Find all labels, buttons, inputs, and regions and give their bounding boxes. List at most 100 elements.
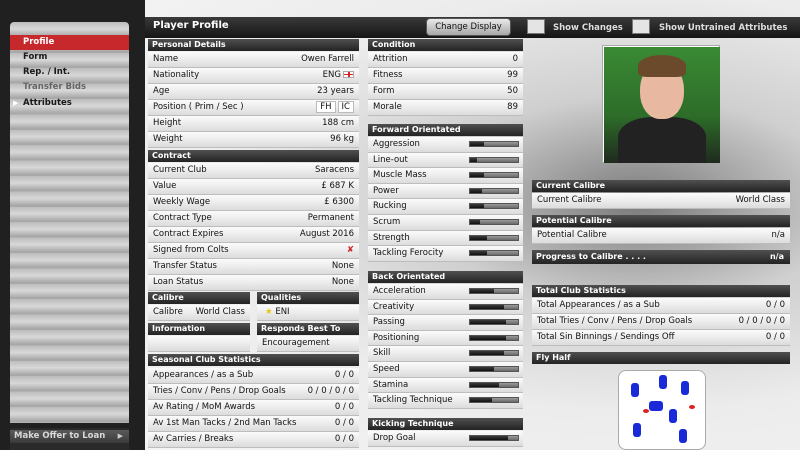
player-icon [659, 375, 667, 389]
player-icon [669, 409, 677, 423]
calibre-row: Calibre World Class [148, 305, 250, 321]
bottom-actions: Make Offer to Loan ▶ [10, 428, 129, 450]
attribute-bar-fill [470, 220, 480, 224]
forward-attribute-row: Power [368, 183, 523, 200]
condition-row: Fitness 99 [368, 68, 523, 84]
attribute-bar [469, 366, 519, 372]
contract-row: Value £ 687 K [148, 179, 359, 195]
triangle-right-icon: ▶ [13, 99, 19, 107]
information-header: Information [148, 323, 250, 335]
information-row [148, 336, 250, 352]
profile-menu: Profile Form Rep. / Int. Transfer Bids ▶… [10, 22, 129, 423]
attribute-bar-fill [470, 382, 499, 387]
show-changes-label: Show Changes [553, 23, 623, 33]
current-calibre-header: Current Calibre [532, 180, 790, 192]
back-attribute-row: Speed [368, 362, 523, 378]
seasonal-row: Av 1st Man Tacks / 2nd Man Tacks 0 / 0 [148, 416, 359, 432]
attribute-bar-fill [470, 320, 506, 325]
fly-half-header: Fly Half [532, 352, 790, 364]
seasonal-row: Tries / Conv / Pens / Drop Goals 0 / 0 / … [148, 384, 359, 400]
current-calibre-row: Current Calibre World Class [532, 193, 790, 209]
forward-attribute-row: Strength [368, 230, 523, 247]
attribute-bar [469, 187, 519, 194]
back-attribute-row: Positioning [368, 330, 523, 347]
change-display-button[interactable]: Change Display [426, 18, 511, 36]
attribute-bar [469, 234, 519, 241]
responds-row: Encouragement [257, 336, 359, 352]
back-attribute-row: Passing [368, 315, 523, 331]
personal-details-header: Personal Details [148, 39, 359, 51]
weight-row: Weight 96 kg [148, 132, 359, 148]
show-untrained-checkbox[interactable] [632, 19, 650, 34]
height-row: Height 188 cm [148, 116, 359, 132]
back-orientated-header: Back Orientated [368, 271, 523, 283]
attribute-bar-fill [470, 436, 509, 440]
position-diagram [618, 370, 706, 450]
rugby-ball-icon [689, 405, 695, 409]
menu-item-rep-int[interactable]: Rep. / Int. [10, 65, 129, 80]
attribute-bar-fill [470, 351, 504, 356]
menu-item-attributes[interactable]: ▶ Attributes [10, 96, 129, 111]
back-attribute-row: Stamina [368, 377, 523, 394]
triangle-right-icon: ▶ [117, 432, 123, 440]
forward-attribute-row: Tackling Ferocity [368, 246, 523, 262]
attribute-bar-fill [470, 304, 504, 309]
seasonal-stats-header: Seasonal Club Statistics [148, 354, 359, 366]
attribute-bar [469, 141, 519, 147]
forward-attribute-row: Scrum [368, 215, 523, 231]
attribute-bar [469, 334, 519, 341]
back-attribute-row: Creativity [368, 299, 523, 316]
player-icon [633, 423, 641, 437]
show-changes-checkbox[interactable] [527, 19, 545, 34]
attribute-bar-fill [470, 367, 494, 371]
player-icon [631, 383, 639, 397]
contract-row: Signed from Colts ✘ [148, 243, 359, 259]
attribute-bar-fill [470, 173, 485, 178]
attribute-bar [469, 397, 519, 404]
forward-attribute-row: Muscle Mass [368, 168, 523, 184]
kicking-attribute-row: Drop Goal [368, 431, 523, 447]
back-attribute-row: Skill [368, 346, 523, 362]
attribute-bar [469, 172, 519, 179]
kicking-technique-header: Kicking Technique [368, 418, 523, 430]
attribute-bar [469, 288, 519, 294]
contract-row: Contract Expires August 2016 [148, 227, 359, 243]
attribute-bar [469, 156, 519, 163]
total-stats-row: Total Appearances / as a Sub 0 / 0 [532, 298, 790, 314]
attribute-bar [469, 219, 519, 225]
position-row: Position ( Prim / Sec ) FH IC [148, 100, 359, 116]
secondary-position: IC [337, 101, 354, 113]
condition-row: Form 50 [368, 84, 523, 100]
page-header: Player Profile Change Display Show Chang… [145, 17, 800, 38]
forward-attribute-row: Aggression [368, 137, 523, 153]
seasonal-row: Av Rating / MoM Awards 0 / 0 [148, 400, 359, 416]
attribute-bar-fill [470, 235, 487, 240]
age-row: Age 23 years [148, 84, 359, 100]
menu-item-profile[interactable]: Profile [10, 35, 129, 50]
condition-row: Morale 89 [368, 100, 523, 116]
attribute-bar-fill [470, 157, 478, 162]
left-sidebar: Profile Form Rep. / Int. Transfer Bids ▶… [0, 0, 145, 450]
back-attribute-row: Tackling Technique [368, 393, 523, 409]
forward-attribute-row: Rucking [368, 199, 523, 215]
primary-position: FH [316, 101, 336, 113]
menu-item-form[interactable]: Form [10, 50, 129, 65]
contract-row: Loan Status None [148, 275, 359, 291]
make-offer-to-loan-button[interactable]: Make Offer to Loan ▶ [10, 430, 129, 443]
attribute-bar [469, 381, 519, 388]
player-icon [679, 429, 687, 443]
potential-calibre-header: Potential Calibre [532, 215, 790, 227]
player-icon [681, 381, 689, 395]
contract-header: Contract [148, 150, 359, 162]
attribute-bar [469, 203, 519, 210]
player-icon [649, 401, 663, 411]
star-icon: ★ [265, 307, 273, 317]
total-stats-row: Total Sin Binnings / Sendings Off 0 / 0 [532, 330, 790, 346]
contract-row: Transfer Status None [148, 259, 359, 275]
forward-orientated-header: Forward Orientated [368, 124, 523, 136]
contract-row: Contract Type Permanent [148, 211, 359, 227]
condition-header: Condition [368, 39, 523, 51]
calibre-header: Calibre [148, 292, 250, 304]
cross-icon: ✘ [346, 245, 354, 255]
attribute-bar-fill [470, 142, 485, 146]
